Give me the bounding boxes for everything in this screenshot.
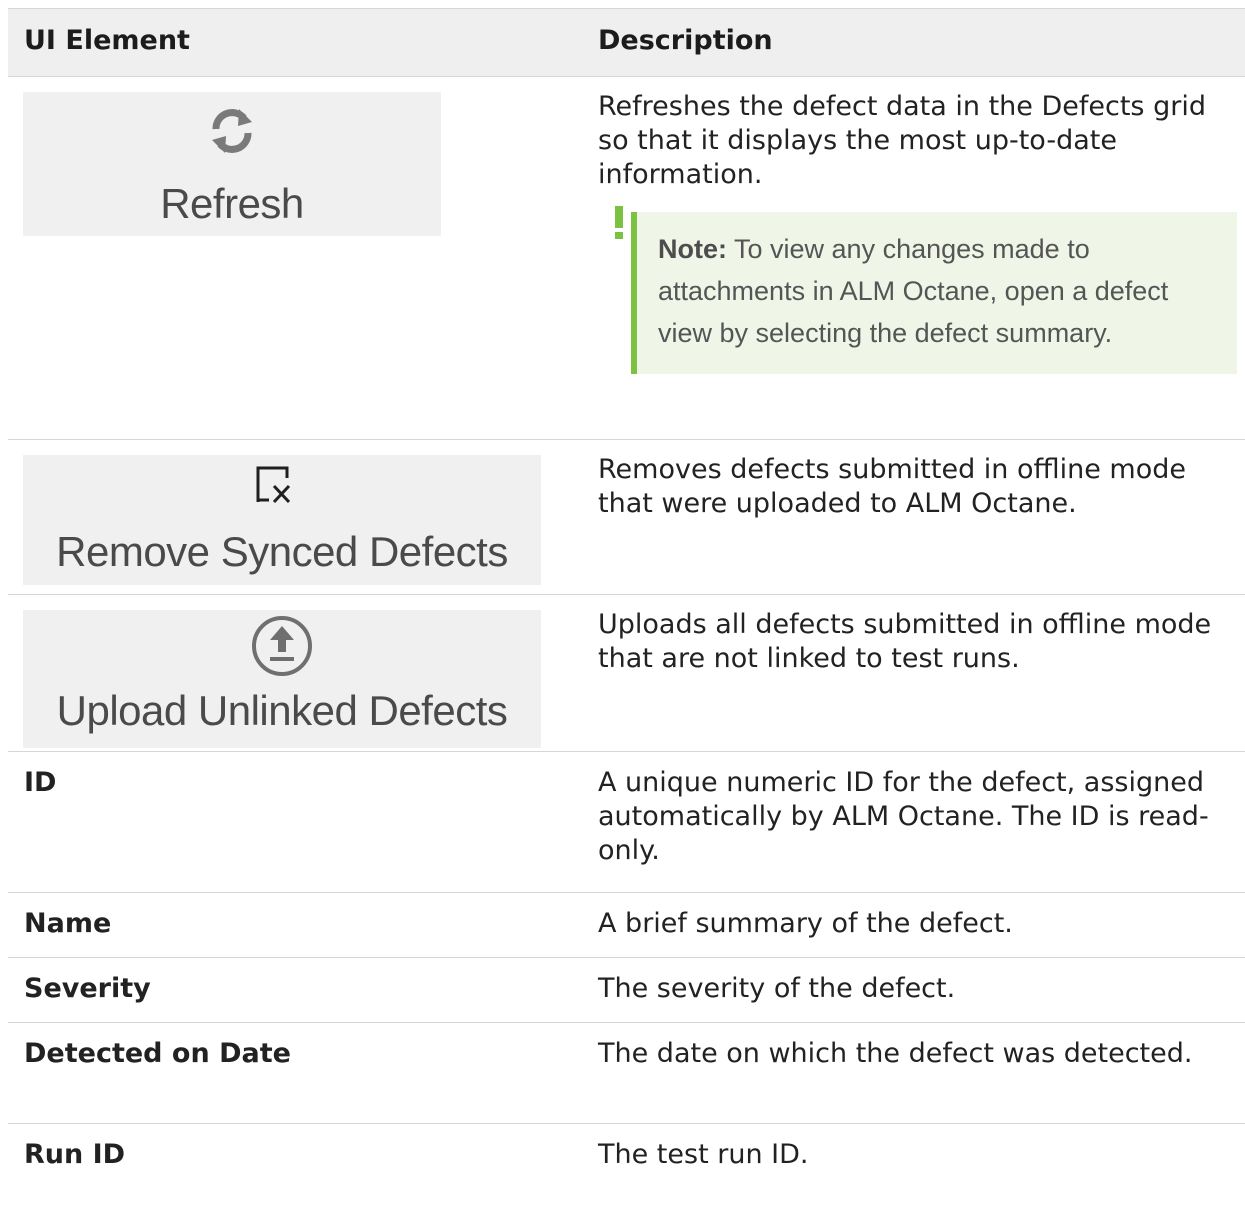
- detected-on-date-label: Detected on Date: [24, 1038, 291, 1069]
- exclamation-icon: [615, 206, 623, 239]
- table-row-run-id: Run ID The test run ID.: [8, 1124, 1245, 1184]
- note-label: Note:: [658, 234, 727, 264]
- remove-synced-description: Removes defects submitted in offline mod…: [598, 454, 1186, 519]
- table-row-upload-unlinked: Upload Unlinked Defects Uploads all defe…: [8, 595, 1245, 752]
- header-description: Description: [598, 25, 773, 56]
- table-header-row: UI Element Description: [8, 8, 1245, 77]
- remove-synced-defects-button[interactable]: Remove Synced Defects: [23, 455, 541, 585]
- table-row-id: ID A unique numeric ID for the defect, a…: [8, 752, 1245, 893]
- header-ui-element: UI Element: [24, 25, 190, 56]
- upload-unlinked-description: Uploads all defects submitted in offline…: [598, 609, 1212, 674]
- refresh-icon: [212, 109, 252, 153]
- upload-unlinked-label: Upload Unlinked Defects: [56, 687, 508, 734]
- note-content: Note: To view any changes made to attach…: [631, 212, 1237, 374]
- severity-label: Severity: [24, 973, 151, 1004]
- table-row-remove-synced: Remove Synced Defects Removes defects su…: [8, 440, 1245, 595]
- name-description: A brief summary of the defect.: [598, 908, 1013, 939]
- note-box: Note: To view any changes made to attach…: [615, 206, 1237, 374]
- note-text: To view any changes made to attachments …: [658, 234, 1169, 348]
- id-description: A unique numeric ID for the defect, assi…: [598, 767, 1209, 866]
- ui-elements-table: UI Element Description Refresh Refreshes…: [8, 8, 1245, 1184]
- upload-unlinked-defects-button[interactable]: Upload Unlinked Defects: [23, 610, 541, 748]
- refresh-button[interactable]: Refresh: [23, 92, 441, 236]
- remove-synced-icon: [256, 466, 291, 504]
- upload-icon: [252, 616, 312, 676]
- run-id-label: Run ID: [24, 1139, 126, 1170]
- table-row-severity: Severity The severity of the defect.: [8, 958, 1245, 1023]
- table-row-name: Name A brief summary of the defect.: [8, 893, 1245, 958]
- id-label: ID: [24, 767, 57, 798]
- remove-synced-label: Remove Synced Defects: [56, 528, 508, 575]
- refresh-label: Refresh: [160, 180, 304, 227]
- name-label: Name: [24, 908, 112, 939]
- table-row-detected-on-date: Detected on Date The date on which the d…: [8, 1023, 1245, 1124]
- detected-on-date-description: The date on which the defect was detecte…: [598, 1038, 1193, 1069]
- refresh-description: Refreshes the defect data in the Defects…: [598, 91, 1206, 190]
- run-id-description: The test run ID.: [598, 1139, 809, 1170]
- table-row-refresh: Refresh Refreshes the defect data in the…: [8, 77, 1245, 440]
- severity-description: The severity of the defect.: [598, 973, 956, 1004]
